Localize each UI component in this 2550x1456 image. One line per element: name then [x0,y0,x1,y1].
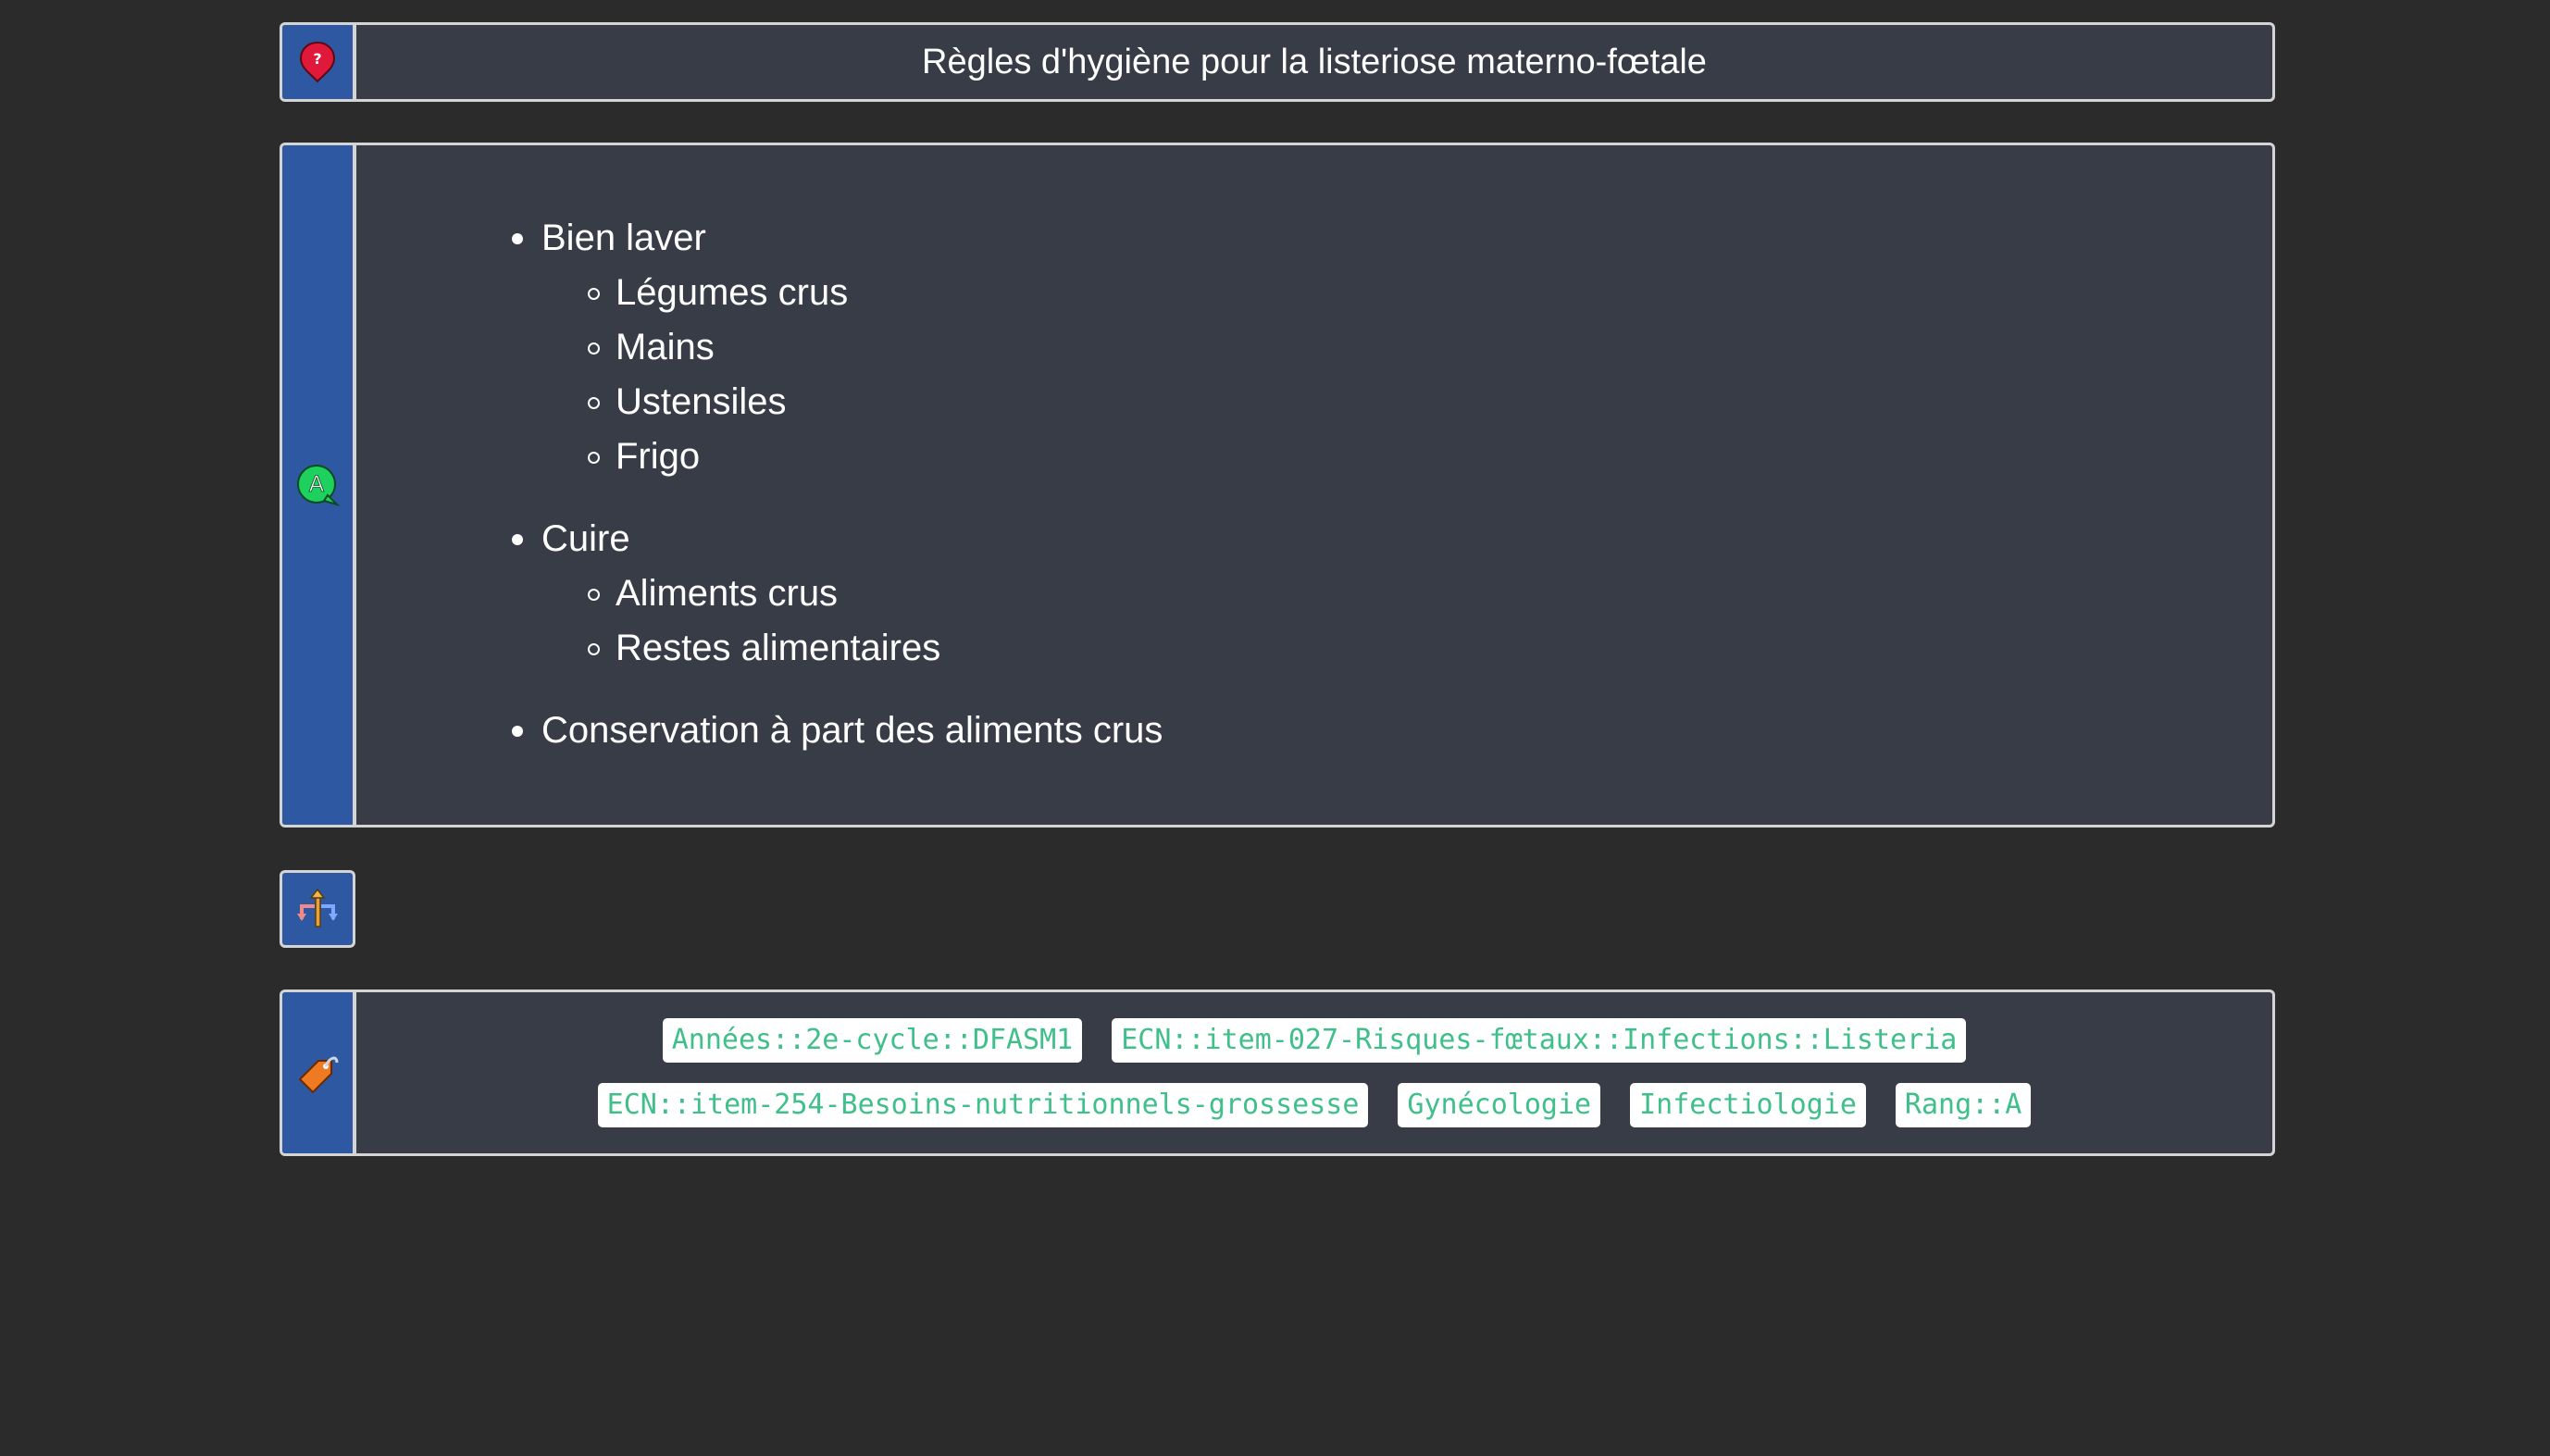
list-item-label: Bien laver [541,218,706,258]
tag[interactable]: Années::2e-cycle::DFASM1 [662,1018,1083,1063]
sub-list: Aliments crus Restes alimentaires [541,566,2272,676]
question-title: Règles d'hygiène pour la listeriose mate… [922,42,1707,81]
list-item: Conservation à part des aliments crus [512,703,2272,758]
extra-card[interactable] [280,870,355,948]
sub-list-item: Mains [588,320,2272,375]
tag[interactable]: ECN::item-254-Besoins-nutritionnels-gros… [597,1083,1369,1127]
tags-card: Années::2e-cycle::DFASM1 ECN::item-027-R… [280,989,2275,1156]
question-pin-icon: ? [294,39,341,85]
answer-body: Bien laver Légumes crus Mains Ustensiles… [356,145,2272,825]
sub-list: Légumes crus Mains Ustensiles Frigo [541,266,2272,484]
answer-card: A Bien laver Légumes crus Mains Ustensil… [280,143,2275,828]
svg-text:A: A [309,471,325,497]
answer-bubble-icon: A [294,462,341,508]
tag-icon [294,1050,341,1096]
question-card: ? Règles d'hygiène pour la listeriose ma… [280,22,2275,102]
tag-row: ECN::item-254-Besoins-nutritionnels-gros… [597,1083,2032,1127]
sub-list-item: Restes alimentaires [588,621,2272,676]
list-item: Bien laver Légumes crus Mains Ustensiles… [512,210,2272,484]
sub-list-item: Aliments crus [588,566,2272,621]
signpost-icon [294,886,341,932]
tag[interactable]: Infectiologie [1630,1083,1866,1127]
tags-sidebar [282,992,356,1153]
list-item-label: Conservation à part des aliments crus [541,710,1163,751]
answer-list: Bien laver Légumes crus Mains Ustensiles… [512,210,2272,758]
tag-row: Années::2e-cycle::DFASM1 ECN::item-027-R… [662,1018,1967,1063]
sub-list-item: Frigo [588,429,2272,484]
answer-sidebar: A [282,145,356,825]
list-item-label: Cuire [541,518,630,559]
sub-list-item: Légumes crus [588,266,2272,320]
tag[interactable]: ECN::item-027-Risques-fœtaux::Infections… [1112,1018,1967,1063]
tags-body: Années::2e-cycle::DFASM1 ECN::item-027-R… [356,992,2272,1153]
svg-text:?: ? [313,50,321,68]
list-item: Cuire Aliments crus Restes alimentaires [512,511,2272,676]
tag[interactable]: Rang::A [1895,1083,2032,1127]
tag[interactable]: Gynécologie [1398,1083,1601,1127]
sub-list-item: Ustensiles [588,375,2272,429]
question-sidebar: ? [282,25,356,99]
